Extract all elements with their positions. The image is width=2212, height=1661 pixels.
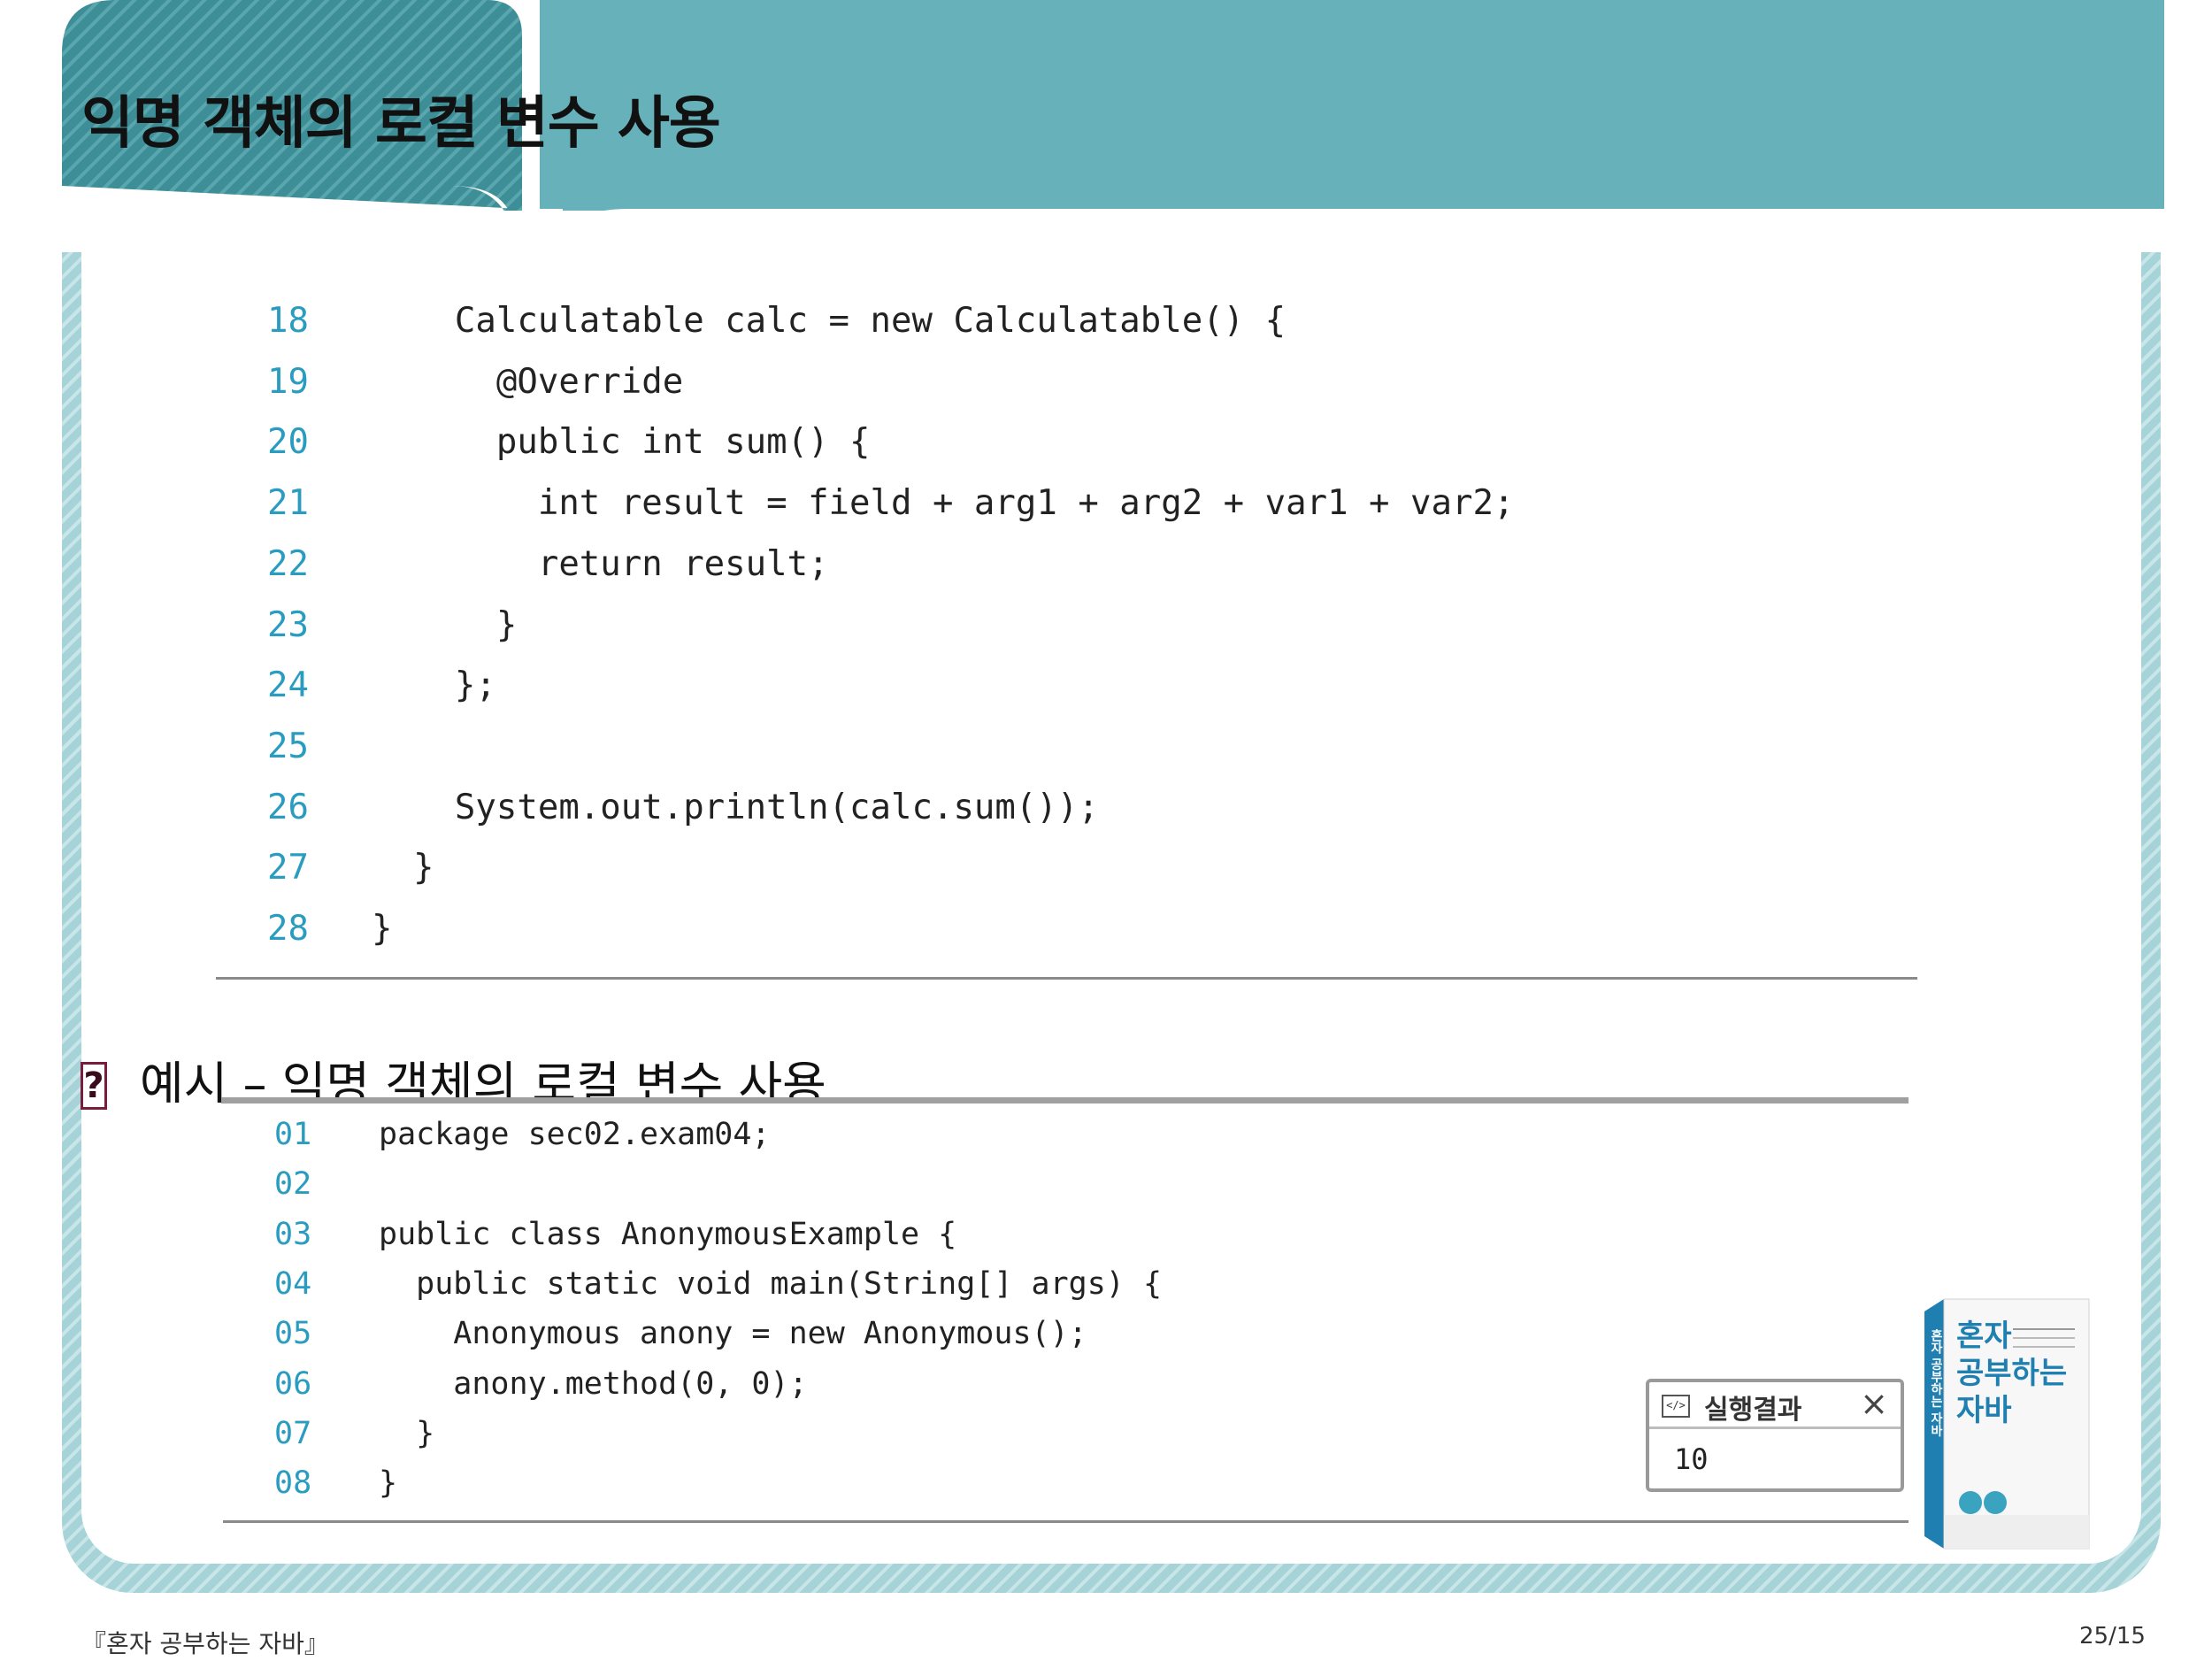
code-text: } [379,1415,435,1451]
line-number: 03 [274,1216,312,1252]
result-titlebar: </> 실행결과 × [1649,1382,1901,1429]
line-number: 27 [267,848,309,888]
book-title-line-3: 자바 [1956,1393,2012,1428]
code-text: return result; [372,543,829,584]
line-number: 26 [267,787,309,827]
code-text: anony.method(0, 0); [379,1365,808,1402]
book-spine-text: 혼자 공부하는 자바 [1929,1329,1943,1437]
code-text: package sec02.exam04; [379,1117,771,1152]
page-title: 익명 객체의 로컬 변수 사용 [81,91,721,157]
code-text: System.out.println(calc.sum()); [372,787,1099,827]
code-text: } [379,1465,398,1502]
line-number: 21 [267,483,309,524]
close-icon[interactable]: × [1860,1384,1888,1423]
code-block-top-rule [216,977,1917,980]
line-number: 18 [267,301,309,341]
code-text: public static void main(String[] args) { [379,1265,1163,1302]
line-number: 28 [267,909,309,949]
result-title: 실행결과 [1704,1395,1802,1426]
code-text: Anonymous anony = new Anonymous(); [379,1316,1087,1352]
line-number: 25 [267,726,309,766]
line-number: 01 [274,1117,312,1152]
book-cover-image: 혼자 공부하는 자바 혼자 공부하는 자바 [1924,1294,2093,1550]
line-number: 08 [274,1465,312,1502]
code-text: public int sum() { [372,422,871,463]
code-block-bottom-rule [223,1520,1909,1523]
example-heading: 예시 – 익명 객체의 로컬 변수 사용 [140,1057,826,1103]
example-heading-rule [221,1097,1909,1103]
code-text: } [372,604,518,645]
code-window-icon: </> [1662,1395,1690,1418]
code-text: Calculatable calc = new Calculatable() { [372,301,1286,341]
line-number: 07 [274,1415,312,1451]
line-number: 19 [267,361,309,402]
line-number: 05 [274,1316,312,1352]
line-number: 04 [274,1265,312,1302]
footer-book-title: 『혼자 공부하는 자바』 [81,1629,329,1658]
code-text: } [372,909,393,949]
page-number: 25/15 [2079,1623,2146,1649]
code-text: }; [372,665,496,706]
code-block-bottom: 01 package sec02.exam04; 02 03 public class … [274,1117,1778,1524]
code-text: int result = field + arg1 + arg2 + var1 … [372,483,1515,524]
line-number: 06 [274,1365,312,1402]
code-text: @Override [372,361,684,402]
line-number: 20 [267,422,309,463]
line-number: 02 [274,1166,312,1203]
result-output: 10 [1674,1442,1709,1476]
question-icon: ? [81,1062,107,1110]
line-number: 23 [267,604,309,645]
code-text: } [372,848,434,888]
line-number: 24 [267,665,309,706]
code-text: public class AnonymousExample { [379,1216,957,1252]
result-panel: </> 실행결과 × 10 [1646,1379,1904,1492]
line-number: 22 [267,543,309,584]
code-block-top: 18 Calculatable calc = new Calculatable(… [267,301,1771,982]
